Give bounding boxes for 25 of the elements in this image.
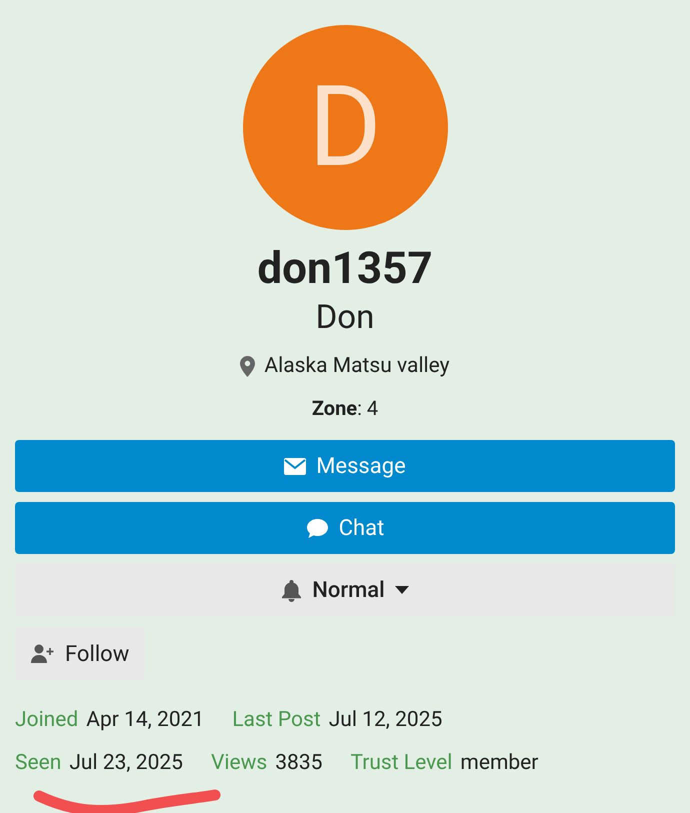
stat-value: Jul 12, 2025: [328, 707, 442, 734]
stat-value: 3835: [275, 750, 322, 777]
stat-value: Apr 14, 2021: [86, 707, 204, 734]
bell-icon: [281, 578, 302, 602]
stat-value: member: [460, 750, 538, 777]
location-text: Alaska Matsu valley: [264, 353, 450, 380]
display-name: Don: [316, 297, 374, 339]
zone-text: Zone: 4: [312, 395, 378, 422]
follow-button[interactable]: Follow: [15, 628, 146, 680]
stat-label: Trust Level: [350, 750, 452, 777]
map-pin-icon: [240, 356, 256, 376]
username: don1357: [257, 242, 433, 294]
caret-icon: [394, 586, 409, 594]
stat-label: Last Post: [232, 707, 321, 734]
stat-label: Seen: [15, 750, 62, 777]
stat-value: Jul 23, 2025: [69, 750, 183, 777]
message-button[interactable]: Message: [15, 440, 675, 492]
avatar-letter: D: [308, 72, 382, 184]
stat-label: Views: [210, 750, 268, 777]
user-plus-icon: [31, 644, 55, 664]
chat-bubble-icon: [306, 518, 329, 538]
envelope-icon: [284, 458, 306, 474]
stat-label: Joined: [15, 707, 78, 734]
chat-button[interactable]: Chat: [15, 502, 675, 554]
notification-dropdown[interactable]: Normal: [15, 564, 675, 616]
